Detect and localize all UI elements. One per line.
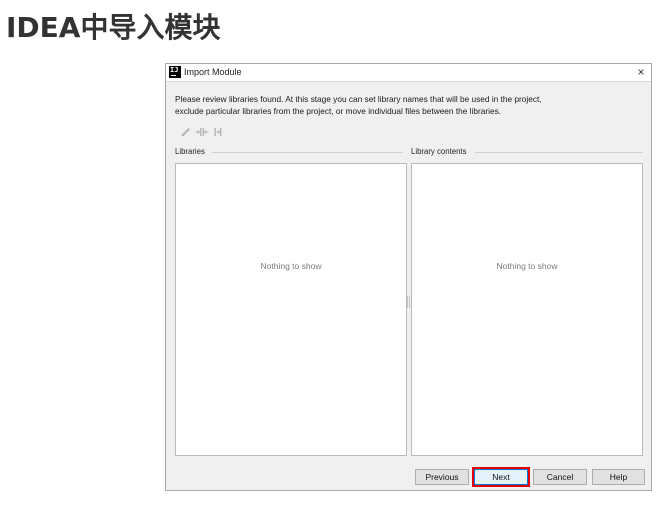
- libraries-panel[interactable]: Nothing to show: [175, 163, 407, 456]
- dialog-title: Import Module: [184, 67, 242, 77]
- merge-library-icon[interactable]: [211, 126, 225, 138]
- library-contents-panel[interactable]: Nothing to show: [411, 163, 643, 456]
- libraries-label: Libraries: [175, 147, 205, 156]
- pencil-icon[interactable]: [179, 126, 193, 138]
- previous-button[interactable]: Previous: [415, 469, 469, 485]
- info-message: Please review libraries found. At this s…: [175, 93, 645, 117]
- cancel-button[interactable]: Cancel: [533, 469, 587, 485]
- panel-splitter[interactable]: [407, 296, 410, 308]
- intellij-app-icon: IJ: [169, 66, 181, 78]
- help-button[interactable]: Help: [592, 469, 645, 485]
- import-module-dialog: IJ Import Module × Please review librari…: [165, 63, 652, 491]
- split-library-icon[interactable]: [195, 126, 209, 138]
- library-contents-separator: [475, 152, 643, 153]
- info-message-line-1: Please review libraries found. At this s…: [175, 94, 542, 104]
- library-contents-label: Library contents: [411, 147, 467, 156]
- libraries-empty-text: Nothing to show: [260, 261, 322, 271]
- libraries-separator: [212, 152, 403, 153]
- info-message-line-2: exclude particular libraries from the pr…: [175, 106, 502, 116]
- next-button[interactable]: Next: [474, 469, 528, 485]
- library-contents-empty-text: Nothing to show: [496, 261, 558, 271]
- close-button[interactable]: ×: [634, 64, 648, 81]
- dialog-titlebar[interactable]: IJ Import Module ×: [166, 64, 651, 82]
- page-heading: IDEA中导入模块: [6, 11, 221, 44]
